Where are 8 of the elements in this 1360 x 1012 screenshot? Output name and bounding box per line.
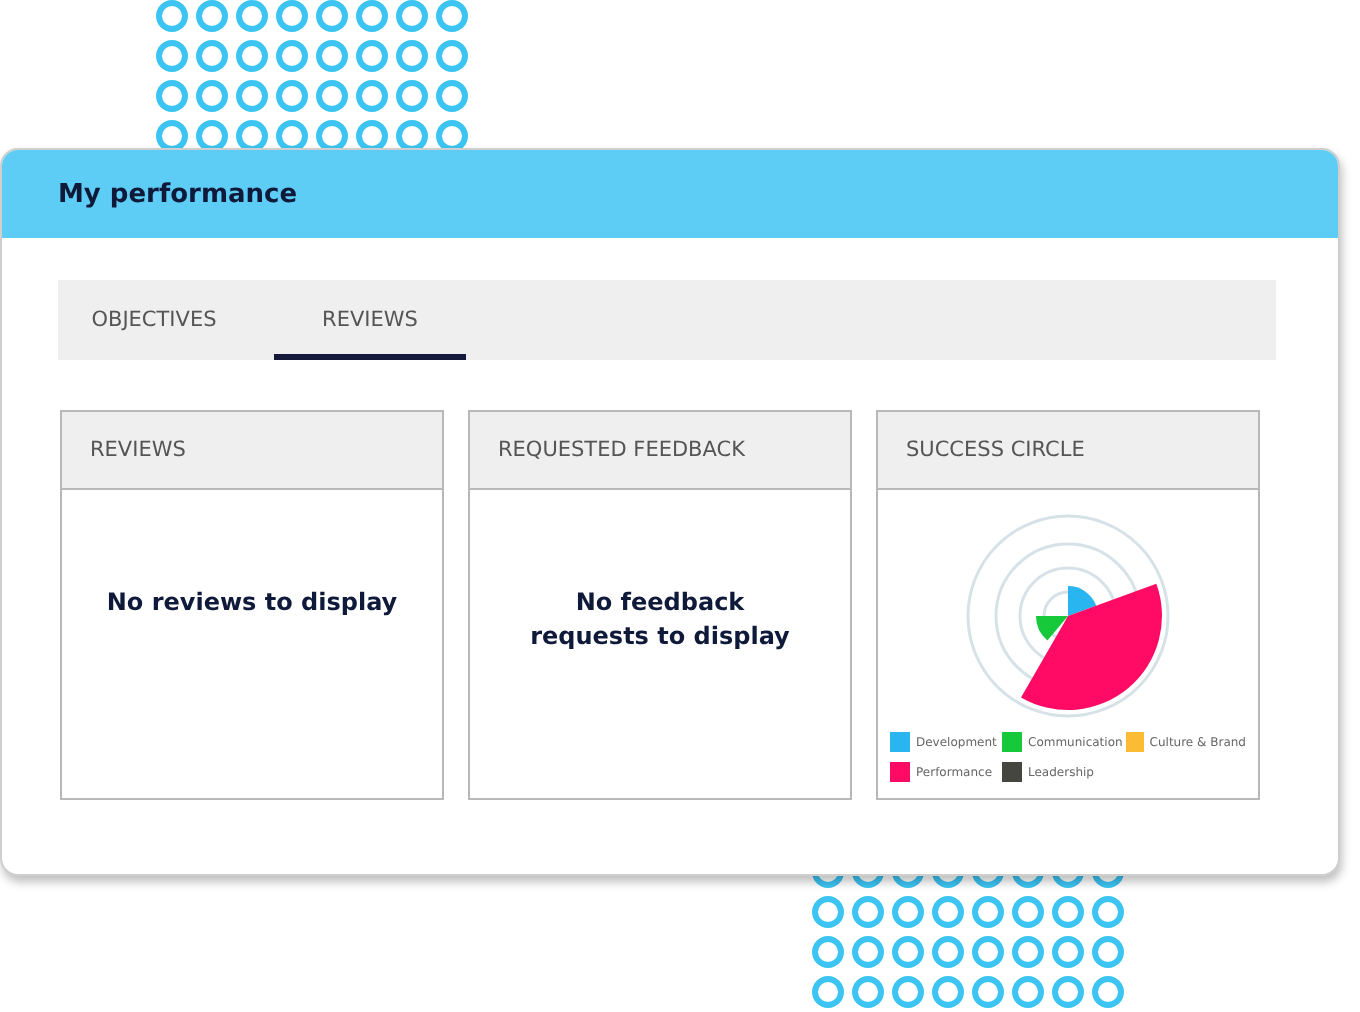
empty-message: No feedback requests to display bbox=[528, 586, 792, 654]
tab[interactable]: REVIEWS bbox=[274, 280, 466, 360]
panel-title: REQUESTED FEEDBACK bbox=[498, 438, 745, 462]
window-title: My performance bbox=[58, 179, 298, 209]
panel-title: SUCCESS CIRCLE bbox=[906, 438, 1085, 462]
tab[interactable]: OBJECTIVES bbox=[58, 280, 250, 360]
empty-message: No reviews to display bbox=[104, 586, 400, 620]
panel-title: REVIEWS bbox=[90, 438, 186, 462]
